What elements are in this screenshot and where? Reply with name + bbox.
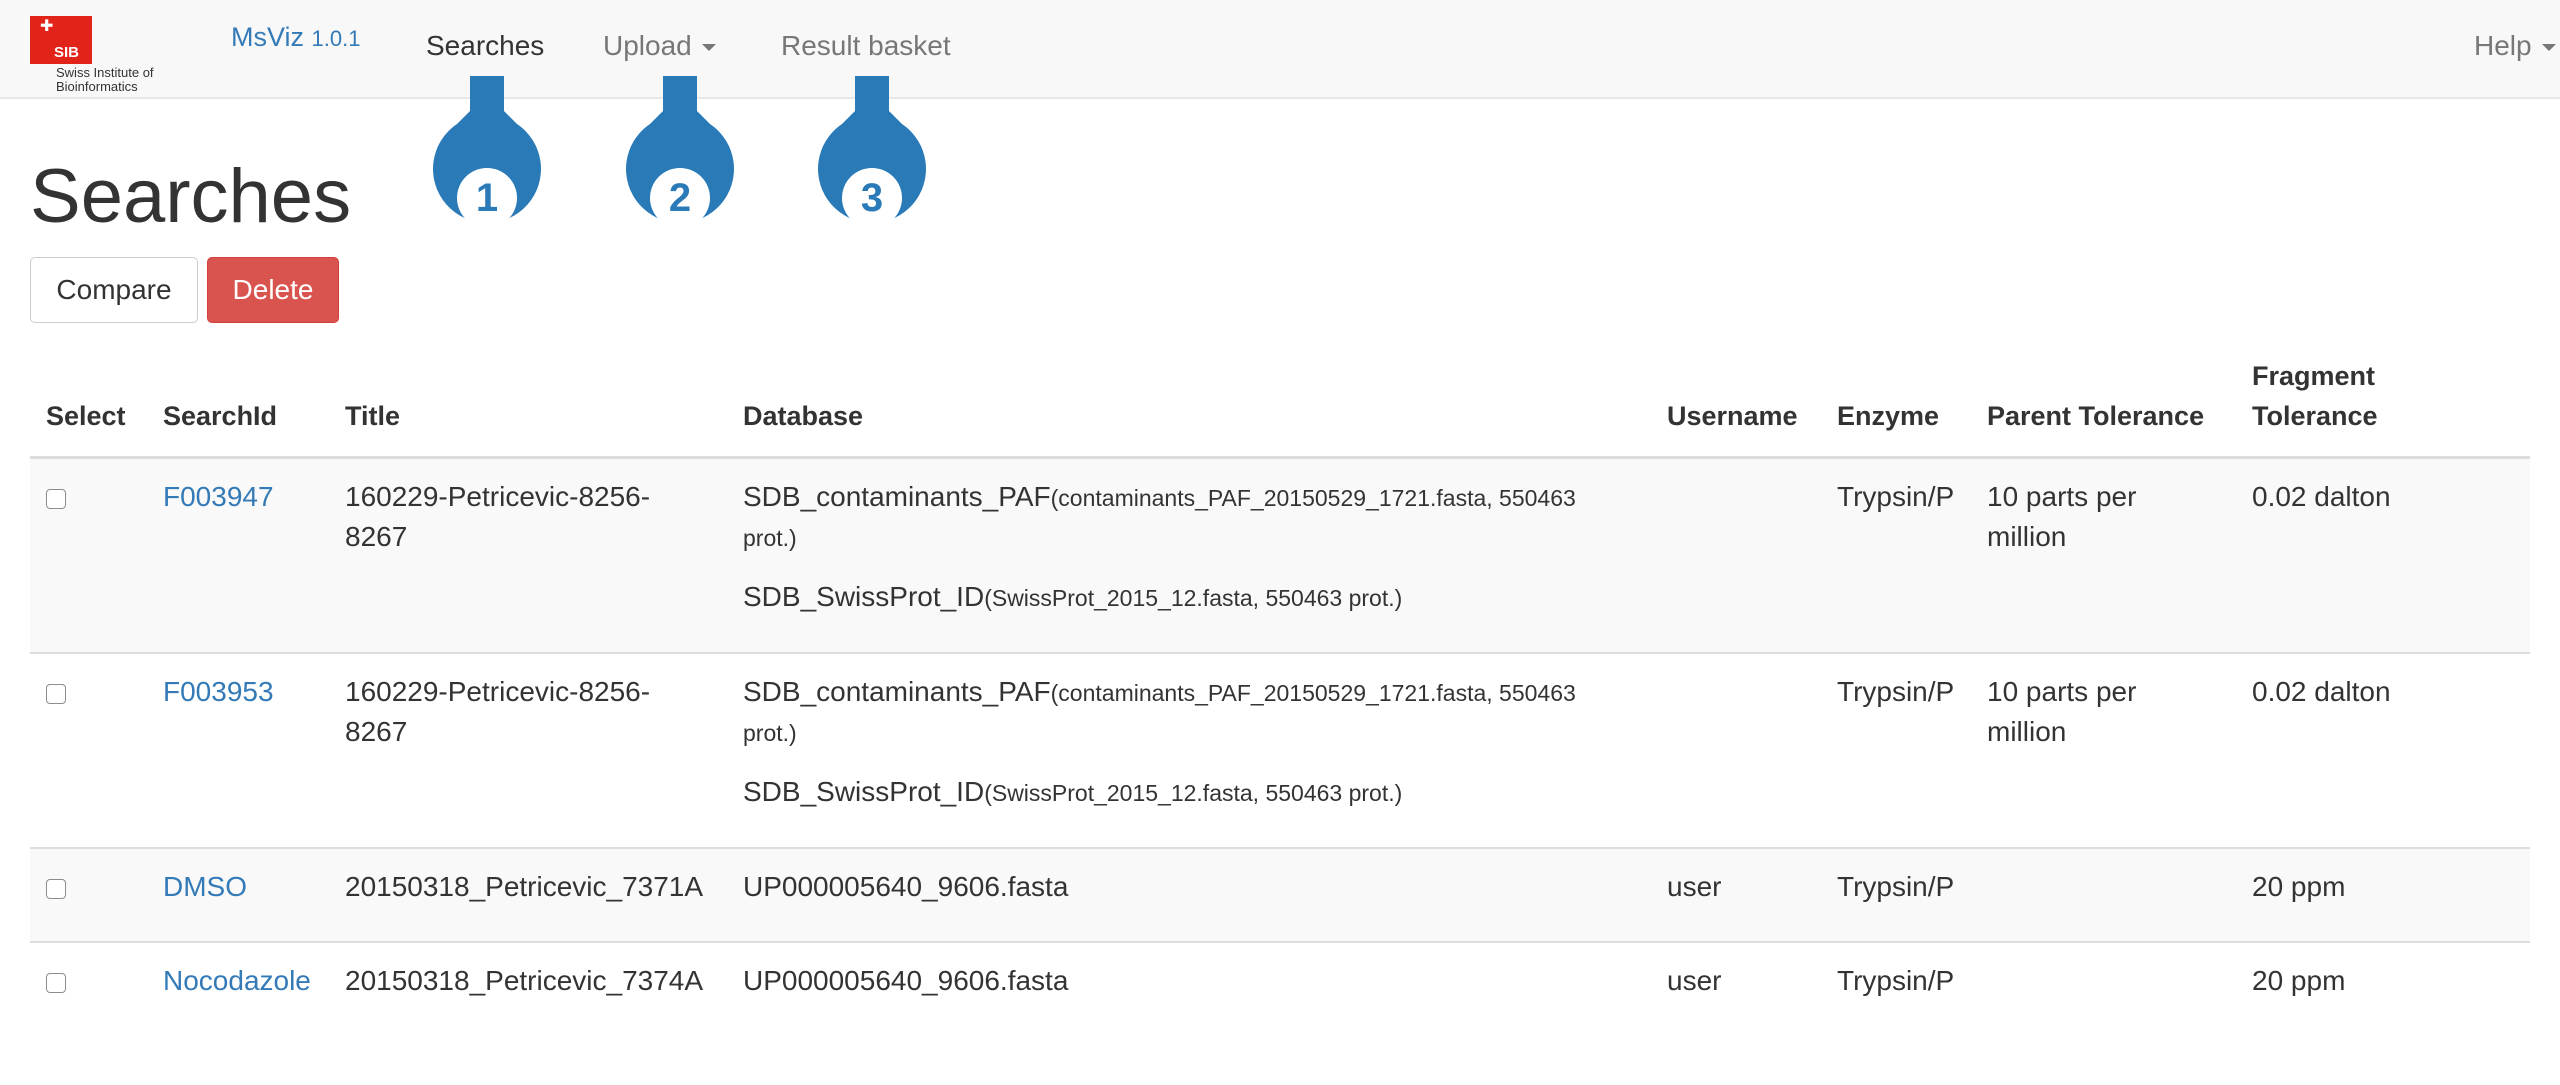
sib-logo-mark: ✚ SIB bbox=[30, 16, 92, 64]
sib-logo[interactable]: ✚ SIB Swiss Institute of Bioinformatics bbox=[30, 16, 180, 94]
callout-marker-2: 2 bbox=[626, 76, 734, 228]
search-id-link-text[interactable]: Nocodazole bbox=[163, 965, 311, 996]
search-id-link[interactable]: F003947 bbox=[163, 477, 274, 517]
enzyme-cell: Trypsin/P bbox=[1837, 965, 1955, 996]
search-id-link-text[interactable]: DMSO bbox=[163, 871, 247, 902]
page-title: Searches bbox=[30, 154, 352, 239]
db-detail-cont: prot.) bbox=[743, 525, 797, 551]
parent-tolerance-line2: million bbox=[1987, 521, 2067, 552]
header-enzyme[interactable]: Enzyme bbox=[1837, 396, 1939, 436]
db-name: SDB_SwissProt_ID bbox=[743, 581, 985, 612]
row-select-checkbox[interactable] bbox=[46, 684, 66, 704]
callout-number-2: 2 bbox=[669, 176, 691, 220]
title-cell: 20150318_Petricevic_7371A bbox=[345, 871, 704, 902]
header-search-id[interactable]: SearchId bbox=[163, 396, 277, 436]
cross-icon: ✚ bbox=[40, 18, 54, 35]
parent-tolerance-line1: 10 parts per bbox=[1987, 676, 2137, 707]
brand-name: MsViz bbox=[231, 22, 305, 52]
database-cell: SDB_contaminants_PAF(contaminants_PAF_20… bbox=[743, 672, 1643, 813]
header-database[interactable]: Database bbox=[743, 396, 863, 436]
logo-text-line2: Bioinformatics bbox=[56, 79, 138, 94]
enzyme-cell: Trypsin/P bbox=[1837, 481, 1955, 512]
header-title[interactable]: Title bbox=[345, 396, 400, 436]
parent-tolerance-line1: 10 parts per bbox=[1987, 481, 2137, 512]
callout-marker-3: 3 bbox=[818, 76, 926, 228]
db-name: SDB_contaminants_PAF bbox=[743, 481, 1051, 512]
db-detail: (SwissProt_2015_12.fasta, 550463 prot.) bbox=[984, 585, 1403, 611]
row-select-checkbox[interactable] bbox=[46, 879, 66, 899]
nav-upload-label: Upload bbox=[603, 30, 692, 61]
enzyme-cell: Trypsin/P bbox=[1837, 676, 1955, 707]
search-id-link-text[interactable]: F003947 bbox=[163, 481, 274, 512]
header-fragment-tolerance-line1: Fragment bbox=[2252, 361, 2376, 391]
title-cell: 20150318_Petricevic_7374A bbox=[345, 965, 704, 996]
title-line1: 160229-Petricevic-8256- bbox=[345, 676, 651, 707]
username-cell: user bbox=[1667, 871, 1722, 902]
header-fragment-tolerance[interactable]: Fragment Tolerance bbox=[2252, 356, 2378, 436]
title-line1: 160229-Petricevic-8256- bbox=[345, 481, 651, 512]
nav-result-basket-label: Result basket bbox=[781, 30, 951, 61]
database-cell: UP000005640_9606.fasta bbox=[743, 965, 1069, 996]
db-name: SDB_SwissProt_ID bbox=[743, 776, 985, 807]
fragment-tolerance-cell: 20 ppm bbox=[2252, 965, 2346, 996]
caret-down-icon bbox=[701, 44, 716, 52]
nav-searches[interactable]: Searches bbox=[426, 30, 544, 62]
nav-help-label: Help bbox=[2474, 30, 2532, 61]
parent-tolerance-cell: 10 parts per million bbox=[1987, 477, 2136, 557]
search-id-link[interactable]: F003953 bbox=[163, 672, 274, 712]
parent-tolerance-line2: million bbox=[1987, 716, 2067, 747]
database-cell: UP000005640_9606.fasta bbox=[743, 871, 1069, 902]
table-row: Nocodazole 20150318_Petricevic_7374A UP0… bbox=[30, 943, 2530, 1037]
db-detail-cont: prot.) bbox=[743, 720, 797, 746]
table-header: Select SearchId Title Database Username … bbox=[30, 356, 2530, 459]
database-cell: SDB_contaminants_PAF(contaminants_PAF_20… bbox=[743, 477, 1643, 618]
fragment-tolerance-cell: 0.02 dalton bbox=[2252, 676, 2391, 707]
table-row: DMSO 20150318_Petricevic_7371A UP0000056… bbox=[30, 849, 2530, 943]
username-cell: user bbox=[1667, 965, 1722, 996]
logo-text-line1: Swiss Institute of bbox=[56, 65, 154, 80]
parent-tolerance-cell: 10 parts per million bbox=[1987, 672, 2136, 752]
fragment-tolerance-cell: 20 ppm bbox=[2252, 871, 2346, 902]
table-row: F003953 160229-Petricevic-8256- 8267 SDB… bbox=[30, 654, 2530, 849]
table-row: F003947 160229-Petricevic-8256- 8267 SDB… bbox=[30, 459, 2530, 654]
enzyme-cell: Trypsin/P bbox=[1837, 871, 1955, 902]
db-detail: (contaminants_PAF_20150529_1721.fasta, 5… bbox=[1050, 680, 1576, 706]
search-id-link[interactable]: DMSO bbox=[163, 867, 247, 907]
header-username[interactable]: Username bbox=[1667, 396, 1798, 436]
title-cell: 160229-Petricevic-8256- 8267 bbox=[345, 672, 650, 752]
searches-table: Select SearchId Title Database Username … bbox=[30, 356, 2530, 1037]
row-select-checkbox[interactable] bbox=[46, 489, 66, 509]
callout-number-3: 3 bbox=[861, 176, 883, 220]
brand-version: 1.0.1 bbox=[311, 26, 361, 51]
title-line2: 8267 bbox=[345, 521, 408, 552]
nav-upload[interactable]: Upload bbox=[603, 30, 716, 62]
delete-button[interactable]: Delete bbox=[207, 257, 339, 323]
nav-result-basket[interactable]: Result basket bbox=[781, 30, 951, 62]
logo-abbr: SIB bbox=[54, 44, 80, 61]
title-cell: 160229-Petricevic-8256- 8267 bbox=[345, 477, 650, 557]
title-line2: 8267 bbox=[345, 716, 408, 747]
caret-down-icon bbox=[2541, 44, 2556, 52]
db-detail: (contaminants_PAF_20150529_1721.fasta, 5… bbox=[1050, 485, 1576, 511]
compare-button[interactable]: Compare bbox=[30, 257, 198, 323]
brand-link[interactable]: MsViz 1.0.1 bbox=[231, 22, 360, 53]
search-id-link[interactable]: Nocodazole bbox=[163, 961, 311, 1001]
header-fragment-tolerance-line2: Tolerance bbox=[2252, 401, 2378, 431]
db-name: SDB_contaminants_PAF bbox=[743, 676, 1051, 707]
navbar: ✚ SIB Swiss Institute of Bioinformatics … bbox=[0, 0, 2560, 99]
logo-text: Swiss Institute of Bioinformatics bbox=[56, 66, 154, 94]
nav-searches-label: Searches bbox=[426, 30, 545, 61]
header-parent-tolerance[interactable]: Parent Tolerance bbox=[1987, 396, 2204, 436]
search-id-link-text[interactable]: F003953 bbox=[163, 676, 274, 707]
nav-help[interactable]: Help bbox=[2474, 30, 2556, 62]
header-select[interactable]: Select bbox=[46, 396, 126, 436]
db-detail: (SwissProt_2015_12.fasta, 550463 prot.) bbox=[984, 780, 1403, 806]
callout-marker-1: 1 bbox=[433, 76, 541, 228]
fragment-tolerance-cell: 0.02 dalton bbox=[2252, 481, 2391, 512]
callout-number-1: 1 bbox=[476, 176, 498, 220]
row-select-checkbox[interactable] bbox=[46, 973, 66, 993]
